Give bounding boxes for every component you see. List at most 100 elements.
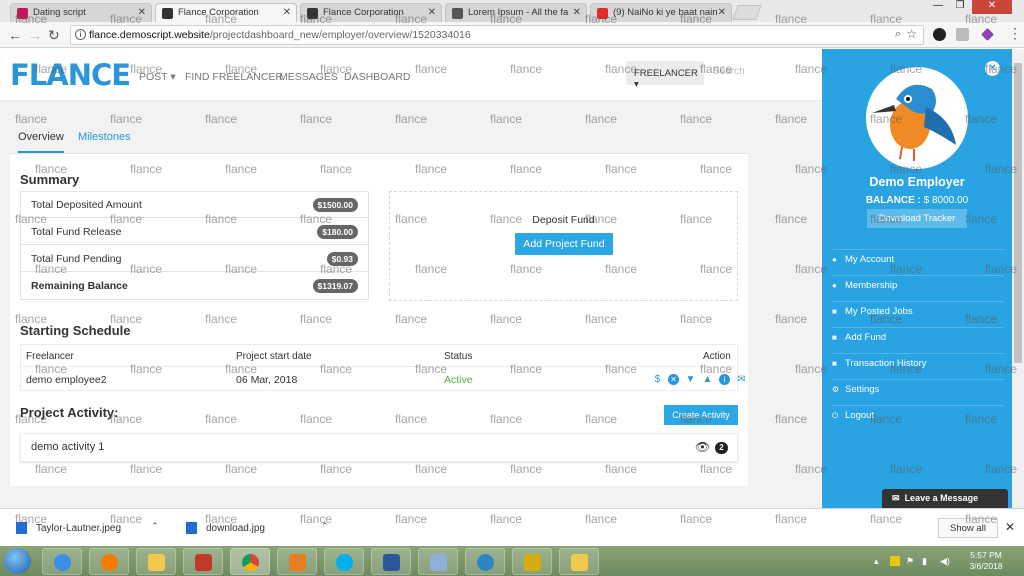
tab-overview[interactable]: Overview [18, 131, 64, 153]
add-project-fund-button[interactable]: Add Project Fund [515, 233, 613, 255]
sidebar-item-label: Settings [845, 384, 880, 395]
tray-network-icon[interactable]: ▮ [922, 556, 927, 567]
leave-message-button[interactable]: ✉ Leave a Message [882, 489, 1008, 508]
tray-warning-icon[interactable] [890, 556, 900, 566]
tray-flag-icon[interactable]: ⚑ [906, 556, 914, 567]
new-tab-button[interactable] [732, 5, 762, 20]
sidebar-item-transaction-history[interactable]: ■ Transaction History [832, 353, 1004, 379]
summary-row-released: Total Fund Release $180.00 [21, 219, 368, 245]
browser-tab-flance[interactable]: Flance Corporation ✕ [300, 3, 442, 22]
deposit-fund-title: Deposit Fund [532, 214, 595, 226]
close-icon[interactable]: ✕ [428, 7, 436, 18]
window-close-button[interactable]: ✕ [972, 0, 1012, 14]
nav-messages[interactable]: MESSAGES [279, 71, 338, 83]
browser-tab-youtube[interactable]: (9) NaiNo ki ye baat nain ✕ [590, 3, 732, 22]
browser-tab-dating-script[interactable]: Dating script ✕ [10, 3, 152, 22]
sidebar-item-my-posted-jobs[interactable]: ■ My Posted Jobs [832, 301, 1004, 327]
taskbar-media[interactable] [277, 548, 317, 575]
people-icon [477, 554, 494, 571]
download-tracker-button[interactable]: Download Tracker [867, 209, 967, 228]
nav-dashboard[interactable]: DASHBOARD [344, 71, 411, 83]
extension-icon[interactable] [933, 28, 946, 41]
taskbar-skype[interactable] [324, 548, 364, 575]
balance-display: BALANCE : $ 8000.00 [822, 195, 1012, 206]
create-activity-button[interactable]: Create Activity [664, 405, 738, 425]
sidebar-item-label: Add Fund [845, 332, 887, 343]
url-bar[interactable]: i flance.demoscript.website/projectdashb… [70, 25, 924, 45]
extension-icon[interactable] [981, 28, 994, 41]
ie-icon [54, 554, 71, 571]
download-item[interactable]: Taylor-Lautner.jpeg [36, 523, 121, 534]
chevron-up-icon[interactable]: ⌃ [151, 521, 159, 532]
sidebar-item-add-fund[interactable]: ■ Add Fund [832, 327, 1004, 353]
chevron-up-icon[interactable]: ⌃ [321, 521, 329, 532]
word-icon [383, 554, 400, 571]
tray-volume-icon[interactable]: ◀) [940, 556, 950, 567]
table-divider [21, 366, 737, 367]
scrollbar-thumb[interactable] [1014, 63, 1022, 363]
taskbar-filezilla[interactable] [183, 548, 223, 575]
tab-favicon [452, 8, 463, 19]
sidebar-item-label: Logout [845, 410, 875, 421]
activity-row[interactable]: demo activity 1 👁 2 [20, 433, 738, 462]
maximize-button[interactable]: ❐ [950, 0, 970, 14]
sidebar-item-my-account[interactable]: ● My Account [832, 249, 1004, 275]
user-name: Demo Employer [869, 175, 965, 189]
dollar-icon[interactable]: $ [652, 374, 663, 385]
nav-post-label: POST [139, 71, 168, 83]
taskbar-firefox[interactable] [89, 548, 129, 575]
sidebar-item-logout[interactable]: ⏻ Logout [832, 405, 1004, 431]
cell-freelancer[interactable]: demo employee2 [26, 374, 107, 386]
taskbar-paint[interactable] [512, 548, 552, 575]
back-arrow-icon[interactable]: ← [8, 27, 22, 43]
taskbar-clock[interactable]: 5:57 PM 3/6/2018 [960, 550, 1012, 572]
forward-arrow-icon[interactable]: → [28, 27, 42, 43]
info-icon[interactable]: i [75, 29, 86, 40]
reload-icon[interactable]: ↻ [48, 27, 60, 44]
browser-tab-lorem-ipsum[interactable]: Lorem Ipsum - All the fa ✕ [445, 3, 587, 22]
close-icon[interactable]: ✕ [718, 7, 726, 18]
os-taskbar: ▴ ⚑ ▮ ◀) 5:57 PM 3/6/2018 [0, 546, 1024, 576]
zoom-icon[interactable]: ⌕ [895, 28, 901, 41]
close-icon[interactable]: ✕ [985, 61, 1000, 76]
thumbs-up-icon[interactable]: ▲ [702, 374, 713, 385]
sidebar-item-settings[interactable]: ⚙ Settings [832, 379, 1004, 405]
tray-expand-icon[interactable]: ▴ [874, 556, 879, 567]
close-icon[interactable]: ✕ [283, 7, 291, 18]
nav-post[interactable]: POST ▾ [139, 71, 176, 83]
nav-find-freelancer[interactable]: FIND FREELANCER [185, 71, 283, 83]
browser-tab-flance-active[interactable]: Flance Corporation ✕ [155, 3, 297, 22]
taskbar-app[interactable] [418, 548, 458, 575]
cancel-icon[interactable]: ✕ [668, 374, 679, 385]
download-item[interactable]: download.jpg [206, 523, 265, 534]
schedule-title: Starting Schedule [20, 323, 131, 338]
taskbar-people[interactable] [465, 548, 505, 575]
info-circle-icon[interactable]: i [719, 374, 730, 385]
minimize-button[interactable]: — [928, 0, 948, 14]
taskbar-chrome[interactable] [230, 548, 270, 575]
tab-milestones[interactable]: Milestones [78, 131, 131, 151]
url-path: /projectdashboard_new/employer/overview/… [209, 29, 471, 41]
taskbar-folder[interactable] [559, 548, 599, 575]
browser-menu-icon[interactable]: ⋮ [1008, 25, 1022, 42]
bookmark-star-icon[interactable]: ☆ [906, 27, 917, 41]
freelancer-dropdown[interactable]: FREELANCER ▾ [626, 61, 704, 90]
page-scrollbar[interactable] [1012, 49, 1024, 508]
flance-logo[interactable]: FLANCE [10, 58, 131, 92]
tab-title: (9) NaiNo ki ye baat nain [613, 7, 718, 18]
eye-icon[interactable]: 👁 [695, 440, 710, 454]
close-icon[interactable]: ✕ [138, 7, 146, 18]
taskbar-word[interactable] [371, 548, 411, 575]
start-button[interactable] [4, 548, 31, 574]
taskbar-ie[interactable] [42, 548, 82, 575]
close-icon[interactable]: ✕ [573, 7, 581, 18]
sidebar-item-membership[interactable]: ● Membership [832, 275, 1004, 301]
thumbs-down-icon[interactable]: ▼ [685, 374, 696, 385]
taskbar-explorer[interactable] [136, 548, 176, 575]
close-icon[interactable]: ✕ [1005, 520, 1015, 534]
browser-tab-strip: Dating script ✕ Flance Corporation ✕ Fla… [0, 0, 1024, 22]
show-all-button[interactable]: Show all [938, 518, 998, 538]
extension-icon[interactable] [956, 28, 969, 41]
envelope-icon[interactable]: ✉ [736, 374, 747, 385]
search-input[interactable]: Search [713, 66, 745, 77]
